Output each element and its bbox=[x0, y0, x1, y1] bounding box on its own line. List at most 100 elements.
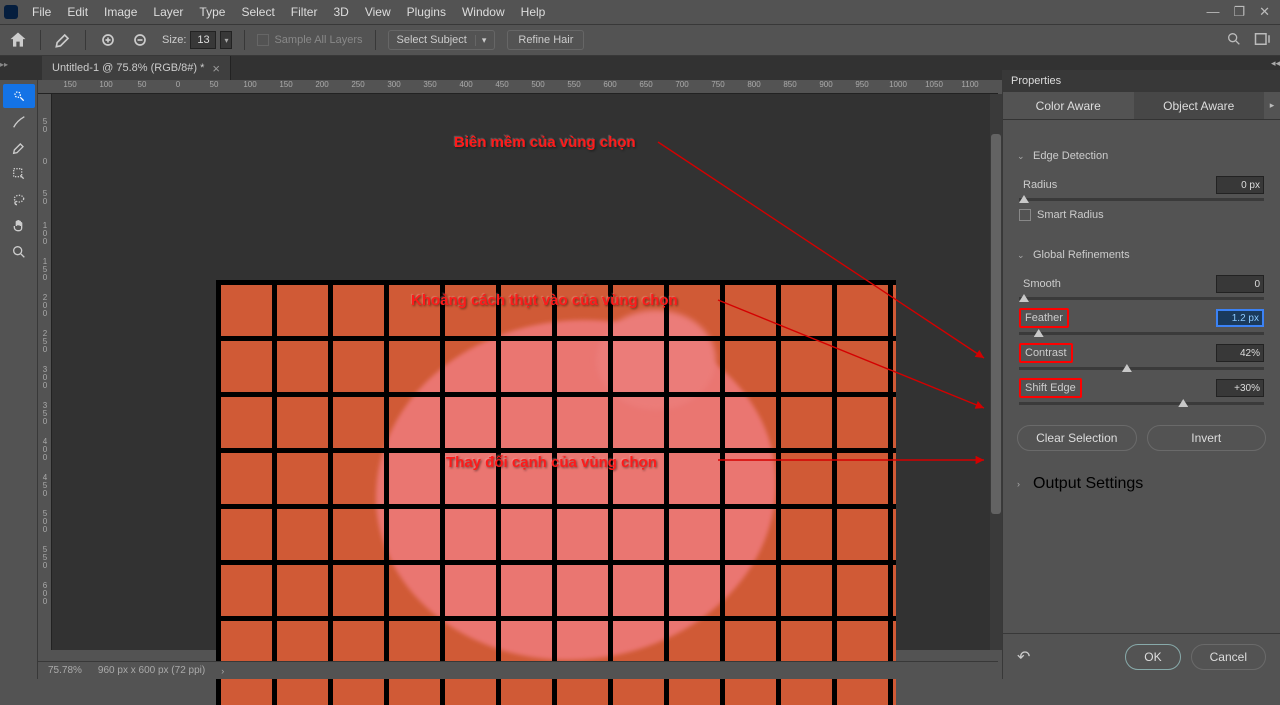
menu-select[interactable]: Select bbox=[233, 1, 282, 23]
sample-all-layers-label: Sample All Layers bbox=[274, 34, 362, 46]
contrast-label: Contrast bbox=[1019, 343, 1073, 363]
output-settings-header[interactable]: › Output Settings bbox=[1017, 469, 1266, 499]
caret-down-icon: ⌄ bbox=[1017, 250, 1027, 261]
scrollbar-thumb[interactable] bbox=[991, 134, 1001, 514]
vertical-ruler: 5 005 01 0 01 5 02 0 02 5 03 0 03 5 04 0… bbox=[38, 94, 52, 650]
vertical-scrollbar[interactable] bbox=[990, 94, 1002, 650]
properties-footer: ↶ OK Cancel bbox=[1003, 633, 1280, 679]
doc-info: 960 px x 600 px (72 ppi) bbox=[98, 665, 205, 676]
expand-left-icon[interactable]: ▸▸ bbox=[0, 60, 8, 69]
select-subject-button[interactable]: Select Subject ▾ bbox=[388, 30, 496, 50]
menu-image[interactable]: Image bbox=[96, 1, 145, 23]
zoom-value[interactable]: 75.78% bbox=[48, 665, 82, 676]
edge-detection-header[interactable]: ⌄ Edge Detection bbox=[1017, 144, 1266, 168]
lasso-tool-icon[interactable] bbox=[3, 188, 35, 212]
brush-tool-icon[interactable] bbox=[3, 136, 35, 160]
grid-overlay bbox=[216, 280, 896, 705]
hand-tool-icon[interactable] bbox=[3, 214, 35, 238]
brush-tool-icon[interactable] bbox=[53, 30, 73, 50]
menu-3d[interactable]: 3D bbox=[325, 1, 356, 23]
annotation-shiftedge: Thay đổi cạnh của vùng chọn bbox=[446, 454, 657, 471]
feather-label: Feather bbox=[1019, 308, 1069, 328]
subtract-from-selection-icon[interactable] bbox=[130, 30, 150, 50]
document-tab[interactable]: Untitled-1 @ 75.8% (RGB/8#) * × bbox=[42, 56, 231, 80]
properties-panel: Properties Color Aware Object Aware ▸ ⌄ … bbox=[1002, 70, 1280, 679]
feather-input[interactable] bbox=[1216, 309, 1264, 327]
global-refinements-section: ⌄ Global Refinements Smooth Feather Cont… bbox=[1003, 233, 1280, 417]
sample-all-layers-checkbox[interactable]: Sample All Layers bbox=[257, 34, 362, 46]
zoom-tool-icon[interactable] bbox=[3, 240, 35, 264]
contrast-slider[interactable] bbox=[1019, 367, 1264, 370]
tab-close-icon[interactable]: × bbox=[212, 61, 220, 76]
chevron-down-icon[interactable]: ▾ bbox=[475, 35, 487, 46]
annotation-contrast: Khoảng cách thụt vào của vùng chọn bbox=[411, 292, 678, 309]
slider-thumb[interactable] bbox=[1034, 329, 1044, 337]
menu-file[interactable]: File bbox=[24, 1, 59, 23]
menu-help[interactable]: Help bbox=[513, 1, 554, 23]
status-bar: 75.78% 960 px x 600 px (72 ppi) › bbox=[38, 661, 998, 679]
left-toolbar bbox=[0, 80, 38, 679]
invert-button[interactable]: Invert bbox=[1147, 425, 1267, 451]
radius-input[interactable] bbox=[1216, 176, 1264, 194]
shift-edge-input[interactable] bbox=[1216, 379, 1264, 397]
smooth-label: Smooth bbox=[1019, 276, 1065, 292]
slider-thumb[interactable] bbox=[1122, 364, 1132, 372]
checkbox-icon bbox=[1019, 209, 1031, 221]
edge-detection-label: Edge Detection bbox=[1033, 150, 1108, 162]
menu-edit[interactable]: Edit bbox=[59, 1, 96, 23]
tab-object-aware[interactable]: Object Aware bbox=[1134, 92, 1265, 119]
clear-selection-button[interactable]: Clear Selection bbox=[1017, 425, 1137, 451]
view-mode-icon[interactable] bbox=[1254, 32, 1272, 49]
quick-select-tool-icon[interactable] bbox=[3, 84, 35, 108]
shift-edge-slider[interactable] bbox=[1019, 402, 1264, 405]
menu-plugins[interactable]: Plugins bbox=[399, 1, 454, 23]
slider-thumb[interactable] bbox=[1019, 294, 1029, 302]
maximize-icon[interactable]: ❐ bbox=[1233, 4, 1245, 20]
reset-icon[interactable]: ↶ bbox=[1017, 647, 1030, 667]
smart-radius-checkbox[interactable]: Smart Radius bbox=[1019, 209, 1264, 221]
minimize-icon[interactable]: — bbox=[1206, 4, 1219, 20]
slider-thumb[interactable] bbox=[1178, 399, 1188, 407]
ok-button[interactable]: OK bbox=[1125, 644, 1180, 670]
add-to-selection-icon[interactable] bbox=[98, 30, 118, 50]
refine-hair-button[interactable]: Refine Hair bbox=[507, 30, 584, 50]
radius-slider[interactable] bbox=[1019, 198, 1264, 201]
menu-view[interactable]: View bbox=[357, 1, 399, 23]
feather-row: Feather bbox=[1019, 308, 1264, 328]
menu-window[interactable]: Window bbox=[454, 1, 513, 23]
app-logo-icon bbox=[4, 5, 18, 19]
tab-color-aware[interactable]: Color Aware bbox=[1003, 92, 1134, 119]
home-icon[interactable] bbox=[8, 30, 28, 50]
window-controls: — ❐ ✕ bbox=[1206, 4, 1276, 20]
cancel-button[interactable]: Cancel bbox=[1191, 644, 1266, 670]
menu-bar: File Edit Image Layer Type Select Filter… bbox=[0, 0, 1280, 24]
expand-right-icon[interactable]: ◂◂ bbox=[1271, 58, 1280, 69]
document-image bbox=[216, 280, 896, 705]
feather-slider[interactable] bbox=[1019, 332, 1264, 335]
menu-type[interactable]: Type bbox=[191, 1, 233, 23]
search-icon[interactable] bbox=[1226, 31, 1242, 50]
smooth-slider[interactable] bbox=[1019, 297, 1264, 300]
doc-info-caret-icon[interactable]: › bbox=[221, 666, 224, 676]
menu-layer[interactable]: Layer bbox=[145, 1, 191, 23]
mode-tabs: Color Aware Object Aware ▸ bbox=[1003, 92, 1280, 120]
annotation-feather: Biên mềm của vùng chọn bbox=[454, 134, 636, 151]
divider bbox=[244, 30, 245, 50]
slider-thumb[interactable] bbox=[1019, 195, 1029, 203]
object-selection-tool-icon[interactable] bbox=[3, 162, 35, 186]
size-input[interactable] bbox=[190, 31, 216, 49]
tabs-overflow-icon[interactable]: ▸ bbox=[1264, 92, 1280, 119]
menu-filter[interactable]: Filter bbox=[283, 1, 326, 23]
options-right bbox=[1226, 31, 1272, 50]
canvas-area[interactable]: Biên mềm của vùng chọn Khoảng cách thụt … bbox=[38, 80, 998, 650]
close-icon[interactable]: ✕ bbox=[1259, 4, 1270, 20]
edge-detection-section: ⌄ Edge Detection Radius Smart Radius bbox=[1003, 134, 1280, 233]
global-refinements-header[interactable]: ⌄ Global Refinements bbox=[1017, 243, 1266, 267]
divider bbox=[85, 30, 86, 50]
smooth-input[interactable] bbox=[1216, 275, 1264, 293]
size-dropdown-icon[interactable]: ▾ bbox=[220, 31, 232, 49]
contrast-input[interactable] bbox=[1216, 344, 1264, 362]
refine-brush-tool-icon[interactable] bbox=[3, 110, 35, 134]
global-refinements-label: Global Refinements bbox=[1033, 249, 1130, 261]
contrast-row: Contrast bbox=[1019, 343, 1264, 363]
